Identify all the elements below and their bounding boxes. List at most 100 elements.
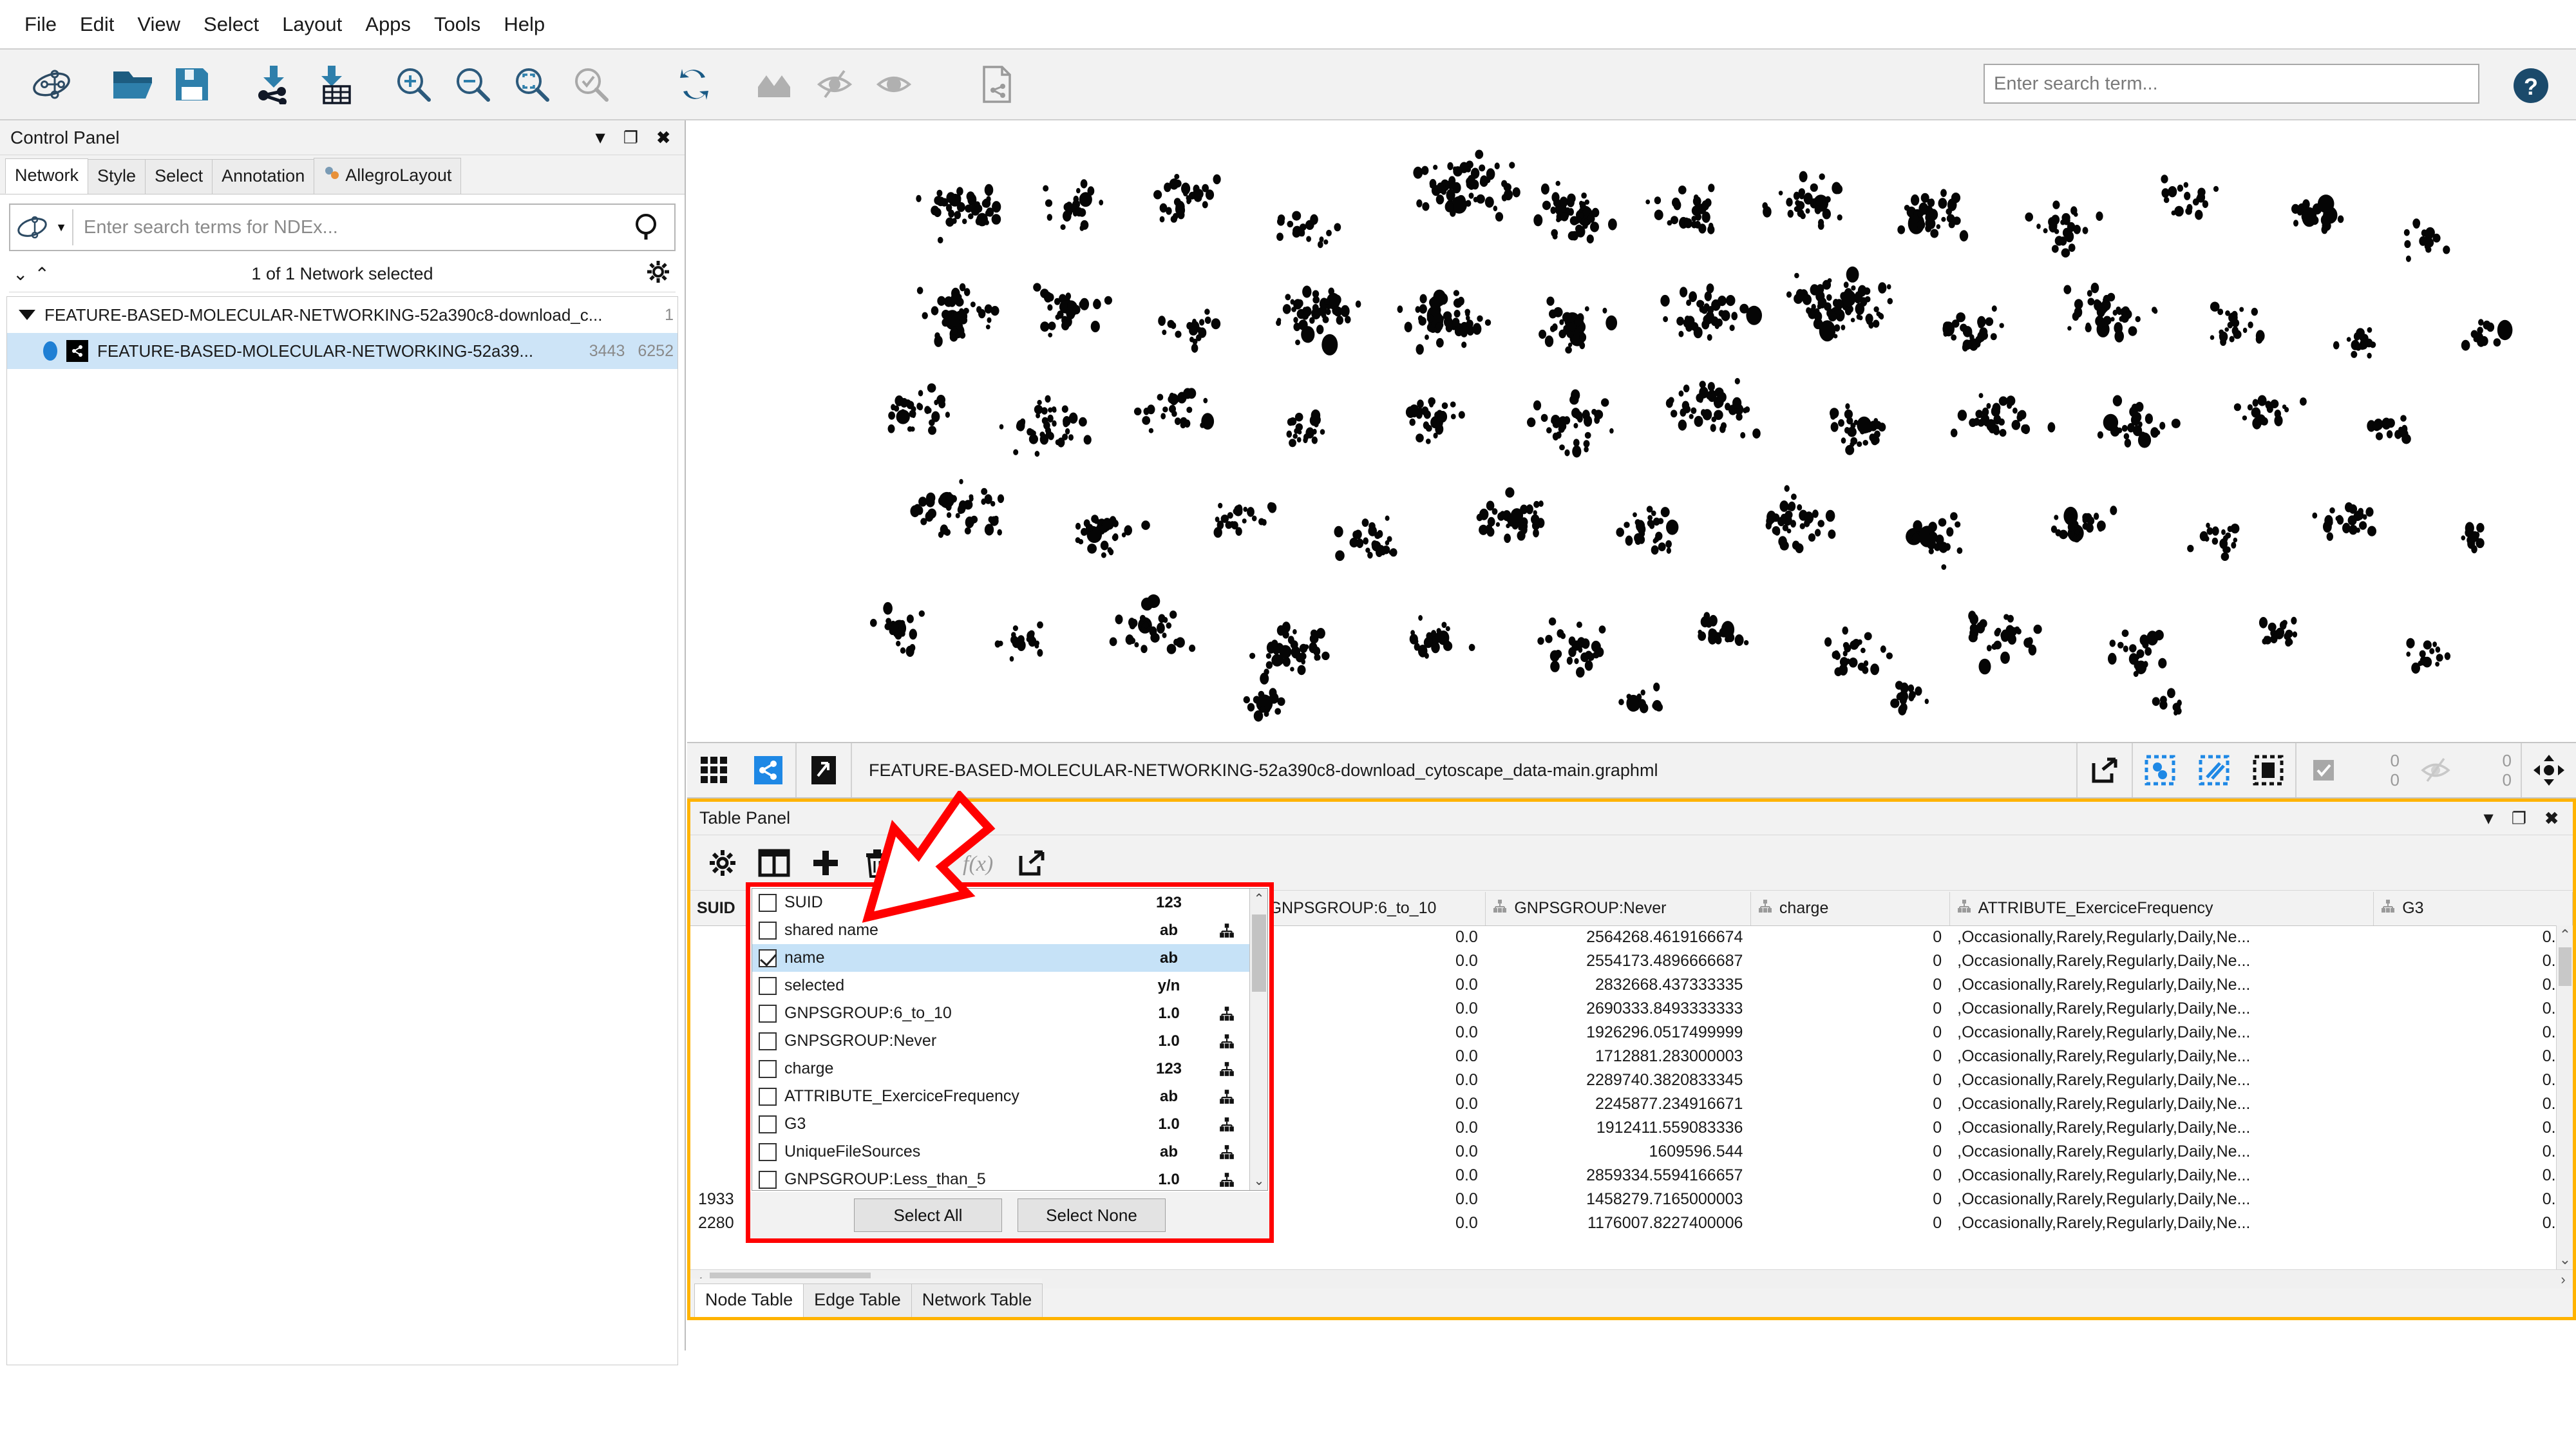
close-icon[interactable]: ✖ [656,128,670,147]
column-scroll-thumb[interactable] [1252,914,1266,992]
cell-charge[interactable]: 0 [1750,1092,1949,1116]
cell-exercice-frequency[interactable]: ,Occasionally,Rarely,Regularly,Daily,Ne.… [1949,1116,2374,1140]
cell-gnpsgroup-6to10[interactable]: 0.0 [1240,925,1486,949]
new-network-from-selection-icon[interactable] [967,55,1027,114]
select-annotations-icon[interactable] [2241,743,2295,797]
column-list-scrollbar[interactable]: ⌃ ⌄ [1249,889,1267,1190]
cell-charge[interactable]: 0 [1750,1188,1949,1211]
menu-item-apps[interactable]: Apps [354,10,422,38]
export-table-icon[interactable] [1011,842,1052,884]
cell-g3[interactable]: 0.0 [2374,997,2573,1021]
select-edges-icon[interactable] [2187,743,2241,797]
column-checkbox[interactable] [759,921,777,940]
cell-gnpsgroup-6to10[interactable]: 0.0 [1240,1092,1486,1116]
column-header-gnpsgroup-never[interactable]: GNPSGROUP:Never [1485,892,1751,926]
cell-exercice-frequency[interactable]: ,Occasionally,Rarely,Regularly,Daily,Ne.… [1949,925,2374,949]
column-option-g3[interactable]: G3 1.0 [752,1110,1249,1138]
tab-style[interactable]: Style [88,159,146,194]
scroll-up-icon[interactable]: ⌃ [2557,925,2573,945]
column-option-gnpsgroup-less-than-5[interactable]: GNPSGROUP:Less_than_5 1.0 [752,1166,1249,1190]
delete-column-icon[interactable] [857,842,898,884]
tab-network-table[interactable]: Network Table [911,1283,1043,1317]
cell-g3[interactable]: 0.0 [2374,973,2573,997]
cell-exercice-frequency[interactable]: ,Occasionally,Rarely,Regularly,Daily,Ne.… [1949,997,2374,1021]
fit-content-icon[interactable] [2522,743,2576,797]
import-network-icon[interactable] [243,55,303,114]
close-icon[interactable]: ✖ [2544,808,2559,828]
cell-gnpsgroup-6to10[interactable]: 0.0 [1240,1021,1486,1045]
cell-gnpsgroup-never[interactable]: 1912411.559083336 [1486,1116,1751,1140]
tab-select[interactable]: Select [145,159,213,194]
cell-exercice-frequency[interactable]: ,Occasionally,Rarely,Regularly,Daily,Ne.… [1949,1045,2374,1068]
hide-selected-icon[interactable] [805,55,864,114]
gear-icon[interactable] [702,842,743,884]
tab-node-table[interactable]: Node Table [694,1283,804,1317]
ndex-search-input[interactable]: Enter search terms for NDEx... [73,217,620,238]
save-icon[interactable] [162,55,222,114]
magnifier-icon[interactable] [620,213,674,242]
column-option-uniquefilesources[interactable]: UniqueFileSources ab [752,1138,1249,1166]
cell-gnpsgroup-never[interactable]: 2690333.8493333333 [1486,997,1751,1021]
table-import-icon[interactable] [908,842,949,884]
zoom-selected-icon[interactable] [562,55,621,114]
column-option-gnpsgroup-6-to-10[interactable]: GNPSGROUP:6_to_10 1.0 [752,999,1249,1027]
cell-g3[interactable]: 0.0 [2374,1021,2573,1045]
show-all-icon[interactable] [746,55,805,114]
checkbox-checked-icon[interactable] [2297,743,2351,797]
menu-item-help[interactable]: Help [492,10,556,38]
cell-g3[interactable]: 0.0 [2374,925,2573,949]
select-none-button[interactable]: Select None [1018,1198,1166,1232]
column-checkbox[interactable] [759,1142,777,1161]
cell-gnpsgroup-6to10[interactable]: 0.0 [1240,949,1486,973]
cell-charge[interactable]: 0 [1750,1045,1949,1068]
scroll-right-icon[interactable]: › [2553,1271,2573,1288]
cell-exercice-frequency[interactable]: ,Occasionally,Rarely,Regularly,Daily,Ne.… [1949,1068,2374,1092]
column-checkbox[interactable] [759,949,777,967]
chevron-down-icon[interactable]: ⌄ [1250,1171,1267,1190]
help-icon[interactable]: ? [2512,66,2550,105]
cell-exercice-frequency[interactable]: ,Occasionally,Rarely,Regularly,Daily,Ne.… [1949,1164,2374,1188]
refresh-layout-icon[interactable] [665,55,724,114]
column-option-charge[interactable]: charge 123 [752,1055,1249,1083]
cell-gnpsgroup-never[interactable]: 2245877.234916671 [1486,1092,1751,1116]
cell-charge[interactable]: 0 [1750,1116,1949,1140]
export-icon[interactable] [2078,743,2132,797]
cell-charge[interactable]: 0 [1750,925,1949,949]
tab-allegrolayout[interactable]: AllegroLayout [314,158,462,194]
gear-icon[interactable] [646,260,670,289]
cell-gnpsgroup-never[interactable]: 1176007.8227400006 [1486,1211,1751,1235]
column-checkbox[interactable] [759,1170,777,1189]
menu-item-edit[interactable]: Edit [68,10,126,38]
cell-g3[interactable]: 0.0 [2374,1068,2573,1092]
cell-gnpsgroup-6to10[interactable]: 0.0 [1240,1164,1486,1188]
column-option-name[interactable]: name ab [752,944,1249,972]
zoom-fit-icon[interactable] [502,55,562,114]
select-all-button[interactable]: Select All [854,1198,1002,1232]
import-table-icon[interactable] [303,55,362,114]
select-nodes-icon[interactable] [2133,743,2187,797]
menu-item-view[interactable]: View [126,10,192,38]
menu-item-select[interactable]: Select [192,10,270,38]
cell-charge[interactable]: 0 [1750,1021,1949,1045]
column-option-gnpsgroup-never[interactable]: GNPSGROUP:Never 1.0 [752,1027,1249,1055]
cell-charge[interactable]: 0 [1750,1068,1949,1092]
cell-exercice-frequency[interactable]: ,Occasionally,Rarely,Regularly,Daily,Ne.… [1949,1021,2374,1045]
cell-exercice-frequency[interactable]: ,Occasionally,Rarely,Regularly,Daily,Ne.… [1949,973,2374,997]
cell-exercice-frequency[interactable]: ,Occasionally,Rarely,Regularly,Daily,Ne.… [1949,1188,2374,1211]
expand-triangle-icon[interactable] [19,310,35,320]
menu-item-layout[interactable]: Layout [270,10,354,38]
cell-charge[interactable]: 0 [1750,997,1949,1021]
cell-gnpsgroup-never[interactable]: 2554173.4896666687 [1486,949,1751,973]
cell-gnpsgroup-never[interactable]: 1712881.283000003 [1486,1045,1751,1068]
network-item-row[interactable]: FEATURE-BASED-MOLECULAR-NETWORKING-52a39… [7,333,677,369]
tab-annotation[interactable]: Annotation [212,159,315,194]
maximize-icon[interactable]: ❐ [2512,808,2526,828]
cell-gnpsgroup-6to10[interactable]: 0.0 [1240,997,1486,1021]
network-view-icon[interactable] [741,743,795,797]
cell-g3[interactable]: 0.0 [2374,1164,2573,1188]
export-image-icon[interactable] [797,743,851,797]
maximize-icon[interactable]: ❐ [623,128,638,147]
cell-gnpsgroup-never[interactable]: 1458279.7165000003 [1486,1188,1751,1211]
show-columns-icon[interactable] [753,842,795,884]
cell-gnpsgroup-never[interactable]: 2289740.3820833345 [1486,1068,1751,1092]
